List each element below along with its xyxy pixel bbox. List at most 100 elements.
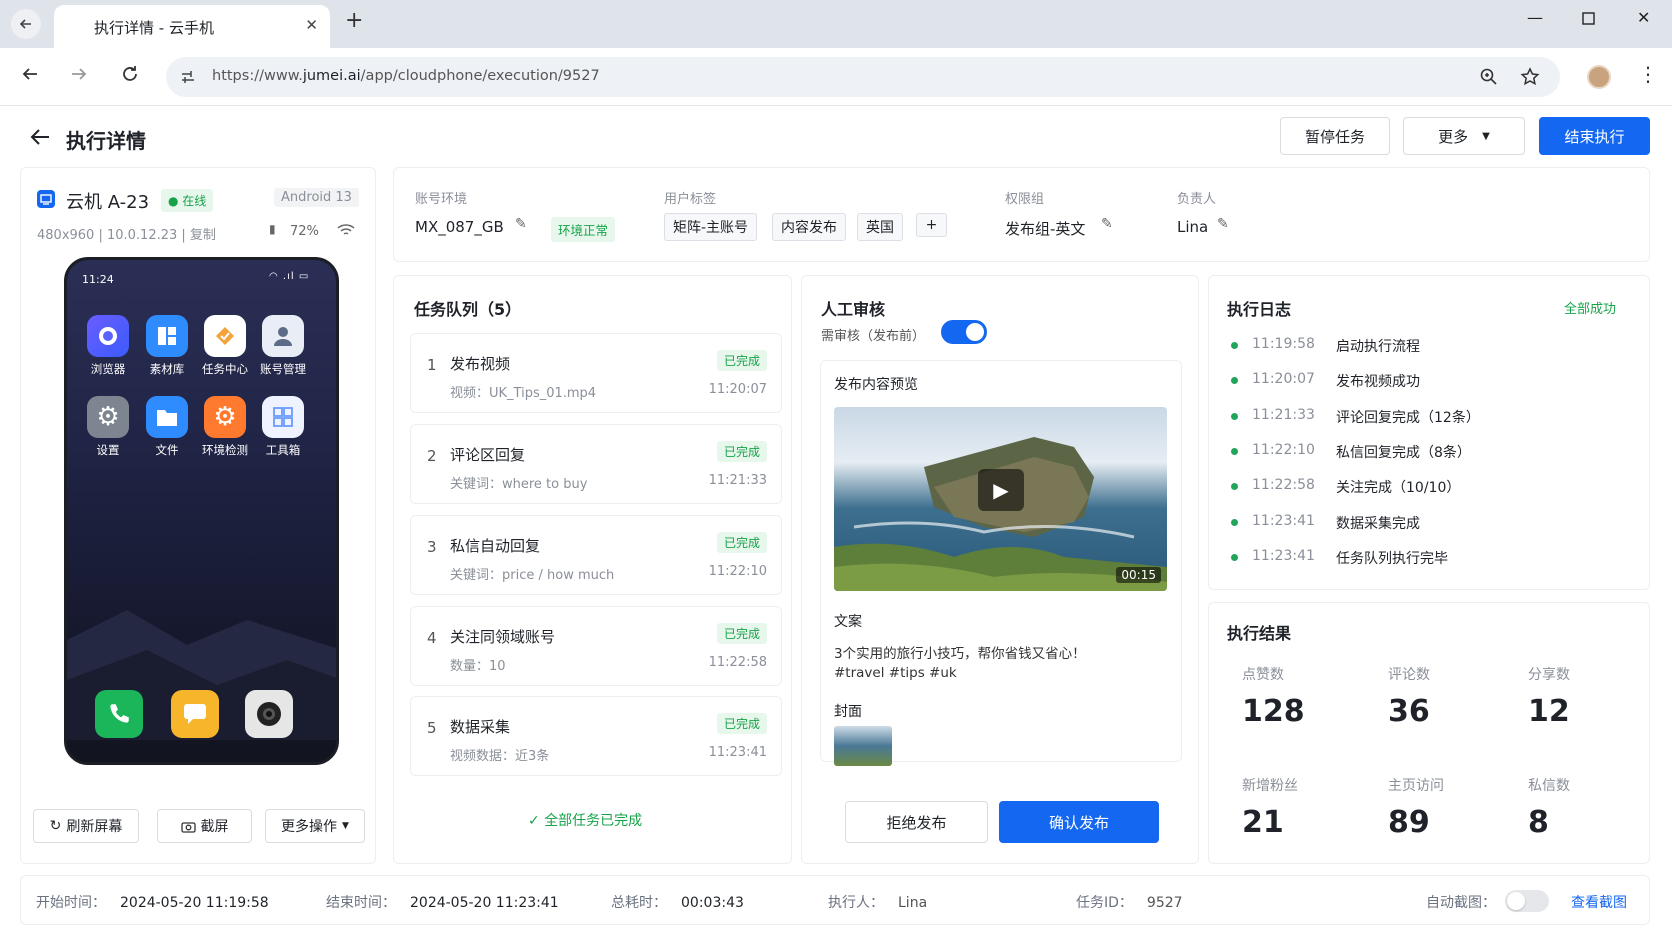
review-title: 人工审核: [821, 300, 886, 319]
end-time: 结束时间： 2024-05-20 11:23:41: [326, 895, 559, 911]
end-execution-button[interactable]: 结束执行: [1539, 117, 1650, 155]
copy-label: 文案: [834, 614, 862, 630]
review-toggle-label: 需审核（发布前）: [821, 329, 926, 344]
back-arrow-icon: [19, 19, 31, 29]
play-icon[interactable]: ▶: [978, 469, 1024, 511]
user-tag[interactable]: 内容发布: [772, 213, 846, 241]
tab-search-button[interactable]: [11, 9, 41, 39]
task-center-app-icon[interactable]: [204, 315, 246, 357]
copy-hashtags: #travel #tips #uk: [834, 665, 957, 681]
zoom-icon[interactable]: [1479, 67, 1499, 87]
user-tag[interactable]: 矩阵-主账号: [664, 213, 758, 241]
edit-perm-icon[interactable]: ✎: [1101, 216, 1113, 232]
add-tag-button[interactable]: +: [916, 213, 947, 237]
task-queue-card: 任务队列（5） 1 发布视频 视频：UK_Tips_01.mp4 已完成 11:20…: [393, 275, 792, 864]
result-title: 执行结果: [1227, 624, 1292, 643]
more-dropdown-button[interactable]: 更多 ▼: [1403, 117, 1525, 155]
caret-down-icon: ▼: [342, 821, 349, 831]
footer-bar: 开始时间： 2024-05-20 11:19:58 结束时间： 2024-05-20…: [20, 875, 1650, 925]
status-badge: 已完成: [716, 713, 767, 734]
refresh-icon: ↻: [49, 818, 62, 834]
task-item[interactable]: 4 关注同领域账号 数量：10 已完成 11:22:58: [410, 606, 782, 686]
files-app-icon[interactable]: [146, 396, 188, 438]
back-icon[interactable]: [20, 64, 40, 84]
video-duration: 00:15: [1116, 567, 1161, 583]
edit-owner-icon[interactable]: ✎: [1217, 216, 1229, 232]
phone-dock-icon[interactable]: [95, 690, 143, 738]
cover-label: 封面: [834, 704, 862, 720]
human-review-card: 人工审核 需审核（发布前） 发布内容预览 ▶ 00:15 文案 3个实用的旅行小…: [801, 275, 1199, 864]
toolbox-app-icon[interactable]: [262, 396, 304, 438]
view-screenshots-link[interactable]: 查看截图: [1571, 892, 1627, 912]
perm-label: 权限组: [1005, 192, 1045, 207]
execution-result-card: 执行结果 点赞数 128 评论数 36 分享数 12 新增粉丝 21 主页访问 89 私信…: [1208, 602, 1650, 864]
device-panel: 云机 A-23 ● 在线 Android 13 480x960 | 10.0.1…: [20, 167, 376, 864]
menu-kebab-icon[interactable]: ⋮: [1638, 62, 1658, 86]
status-badge: 已完成: [716, 532, 767, 553]
settings-app-icon[interactable]: ⚙: [87, 396, 129, 438]
task-item[interactable]: 1 发布视频 视频：UK_Tips_01.mp4 已完成 11:20:07: [410, 333, 782, 413]
total-duration: 总耗时： 00:03:43: [611, 895, 744, 911]
env-label: 账号环境: [415, 192, 468, 207]
task-item[interactable]: 2 评论区回复 关键词：where to buy 已完成 11:21:33: [410, 424, 782, 504]
new-tab-button[interactable]: +: [345, 10, 363, 32]
app-label-account: 账号管理: [260, 362, 306, 376]
account-app-icon[interactable]: [262, 315, 304, 357]
stat-messages: 私信数 8: [1528, 778, 1570, 840]
close-tab-icon[interactable]: ✕: [305, 16, 318, 34]
more-operations-button[interactable]: 更多操作 ▼: [265, 809, 365, 843]
refresh-screen-button[interactable]: ↻ 刷新屏幕: [33, 809, 139, 843]
close-window-icon[interactable]: ✕: [1637, 8, 1650, 27]
cover-thumbnail[interactable]: [834, 726, 892, 766]
task-item[interactable]: 5 数据采集 视频数据：近3条 已完成 11:23:41: [410, 696, 782, 776]
device-info[interactable]: 480x960 | 10.0.12.23 | 复制: [37, 224, 216, 243]
bookmark-star-icon[interactable]: [1520, 67, 1540, 87]
confirm-publish-button[interactable]: 确认发布: [999, 801, 1159, 843]
owner-label: 负责人: [1177, 192, 1217, 207]
task-id: 任务ID： 9527: [1076, 895, 1183, 911]
account-info-card: 账号环境 MX_087_GB ✎ 环境正常 用户标签 矩阵-主账号 内容发布 英…: [393, 167, 1650, 262]
review-toggle[interactable]: [941, 320, 987, 344]
tags-label: 用户标签: [664, 192, 717, 207]
copy-text: 3个实用的旅行小技巧，帮你省钱又省心！: [834, 646, 1086, 662]
browser-tab[interactable]: 执行详情 - 云手机 ✕: [54, 5, 330, 48]
browser-app-icon[interactable]: [87, 315, 129, 357]
video-preview[interactable]: ▶ 00:15: [834, 407, 1167, 591]
cloud-phone-icon: [37, 190, 55, 208]
site-settings-icon[interactable]: [180, 69, 196, 85]
status-badge: 已完成: [716, 441, 767, 462]
profile-avatar[interactable]: [1587, 65, 1611, 89]
browser-tab-bar: 执行详情 - 云手机 ✕ + — ✕: [0, 0, 1672, 48]
screenshot-button[interactable]: 截屏: [157, 809, 252, 843]
log-title: 执行日志: [1227, 300, 1292, 319]
more-label: 更多: [1438, 127, 1469, 146]
reject-publish-button[interactable]: 拒绝发布: [845, 801, 988, 843]
reload-icon[interactable]: [120, 64, 140, 84]
device-name: 云机 A-23: [66, 192, 150, 213]
auto-screenshot-toggle[interactable]: [1505, 890, 1549, 912]
camera-dock-icon[interactable]: [245, 690, 293, 738]
caret-down-icon: ▼: [1482, 130, 1490, 142]
edit-env-icon[interactable]: ✎: [515, 216, 527, 232]
execution-log-card: 执行日志 全部成功 11:19:58 启动执行流程 11:20:07 发布视频成功 …: [1208, 275, 1650, 590]
minimize-icon[interactable]: —: [1527, 8, 1543, 27]
phone-screen[interactable]: 11:24 ◠ .ıl ▭ 浏览器 素材库 任务中心 账号管理 ⚙ 设置 文件 …: [64, 257, 339, 765]
env-check-app-icon[interactable]: ⚙: [204, 396, 246, 438]
url-text[interactable]: https://www.jumei.ai/app/cloudphone/exec…: [212, 68, 600, 84]
maximize-icon[interactable]: [1582, 10, 1595, 29]
page-back-icon[interactable]: [29, 127, 51, 147]
battery-level: 72%: [290, 224, 319, 239]
stat-new-followers: 新增粉丝 21: [1242, 778, 1298, 840]
status-badge: 已完成: [716, 623, 767, 644]
message-dock-icon[interactable]: [171, 690, 219, 738]
phone-status-icons: ◠ .ıl ▭: [269, 271, 310, 282]
material-app-icon[interactable]: [146, 315, 188, 357]
camera-icon: [180, 821, 196, 833]
omnibox[interactable]: https://www.jumei.ai/app/cloudphone/exec…: [166, 57, 1560, 97]
task-item[interactable]: 3 私信自动回复 关键词：price / how much 已完成 11:22:10: [410, 515, 782, 595]
check-circle-icon: ✓: [528, 813, 540, 829]
queue-title: 任务队列（5）: [414, 300, 522, 319]
user-tag[interactable]: 英国: [857, 213, 903, 241]
forward-icon[interactable]: [69, 64, 89, 84]
pause-task-button[interactable]: 暂停任务: [1280, 117, 1390, 155]
